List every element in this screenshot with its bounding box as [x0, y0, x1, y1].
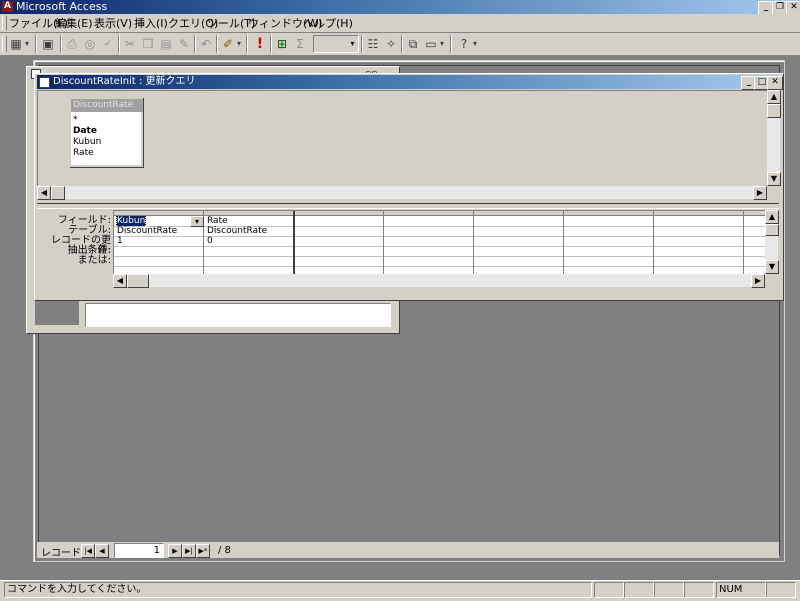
background-form-textbox[interactable]	[85, 303, 391, 327]
current-record-value: 1	[153, 545, 160, 556]
field-list-item[interactable]: *	[73, 115, 78, 126]
field-list-item[interactable]: Rate	[73, 148, 94, 159]
record-total: / 8	[218, 545, 231, 556]
print-preview-icon[interactable]: ◎	[80, 35, 100, 53]
grid-column-line	[293, 211, 295, 275]
grid-field-cell-1[interactable]: Kubun	[115, 216, 201, 226]
record-nav-label: レコード:	[41, 548, 85, 559]
app-title: Microsoft Access	[16, 0, 108, 13]
first-record-button[interactable]: |◀	[81, 544, 95, 558]
status-message: コマンドを入力してください。	[4, 582, 592, 598]
top-values-combo[interactable]: ▾	[313, 35, 359, 53]
query-design-window[interactable]: DiscountRateInit : 更新クエリ _ □ ✕ DiscountR…	[34, 73, 784, 301]
status-num: NUM	[716, 582, 766, 598]
view-dropdown-icon[interactable]: ▾	[22, 35, 32, 53]
menu-view[interactable]: 表示(V)	[94, 16, 132, 32]
scroll-down-icon[interactable]: ▼	[765, 260, 779, 274]
scroll-thumb[interactable]	[765, 224, 779, 236]
current-record-field[interactable]: 1	[114, 543, 164, 558]
scroll-left-icon[interactable]: ◀	[37, 186, 51, 200]
scroll-thumb[interactable]	[51, 186, 65, 200]
status-pane-3	[654, 582, 684, 598]
properties-icon[interactable]: ☷	[363, 35, 383, 53]
grid-column-line	[653, 211, 654, 275]
background-form-sidebar	[35, 301, 79, 325]
next-record-button[interactable]: ▶	[168, 544, 182, 558]
last-record-button[interactable]: ▶|	[182, 544, 196, 558]
query-icon	[39, 77, 50, 88]
design-grid[interactable]: Kubun ▾ DiscountRate 1 Rate DiscountRate…	[113, 210, 766, 275]
run-icon[interactable]: !	[250, 35, 270, 53]
toolbar-separator	[35, 35, 37, 53]
undo-icon[interactable]: ↶	[196, 35, 216, 53]
show-table-icon[interactable]: ⊞	[272, 35, 292, 53]
new-object-dropdown-icon[interactable]: ▾	[437, 35, 447, 53]
save-icon[interactable]: ▣	[38, 35, 58, 53]
grid-field-cell-2[interactable]: Rate	[205, 216, 293, 226]
grid-vscroll[interactable]: ▲ ▼	[765, 210, 779, 274]
status-pane-1	[594, 582, 624, 598]
toolbar-separator	[450, 35, 452, 53]
copy-icon[interactable]: ❐	[138, 35, 158, 53]
grid-column-line	[383, 211, 384, 275]
scroll-right-icon[interactable]: ▶	[751, 274, 765, 288]
pane-splitter[interactable]	[37, 203, 779, 209]
access-app-icon: A	[2, 1, 13, 12]
table-pane-vscroll[interactable]: ▲ ▼	[767, 90, 781, 186]
query-window-title-bar[interactable]: DiscountRateInit : 更新クエリ _ □ ✕	[37, 75, 783, 90]
help-dropdown-icon[interactable]: ▾	[470, 35, 480, 53]
grid-row-line	[114, 256, 766, 257]
paste-icon[interactable]: ▤	[156, 35, 176, 53]
grid-column-line	[743, 211, 744, 275]
scroll-right-icon[interactable]: ▶	[753, 186, 767, 200]
format-painter-icon[interactable]: ✎	[174, 35, 194, 53]
grid-column-line	[473, 211, 474, 275]
previous-record-button[interactable]: ◀	[95, 544, 109, 558]
grid-hscroll[interactable]: ◀ ▶	[113, 274, 765, 288]
table-field-list-title[interactable]: DiscountRate	[71, 99, 143, 112]
grid-label-or: または:	[77, 255, 111, 266]
status-pane-2	[624, 582, 654, 598]
cut-icon[interactable]: ✂	[120, 35, 140, 53]
menu-grip	[2, 16, 7, 30]
menu-insert[interactable]: 挿入(I)	[134, 16, 168, 32]
table-field-list[interactable]: DiscountRate * Date Kubun Rate	[69, 97, 143, 167]
menu-help[interactable]: ヘルプ(H)	[303, 16, 353, 32]
status-pane-6	[766, 582, 796, 598]
totals-icon[interactable]: Σ	[290, 35, 310, 53]
scroll-up-icon[interactable]: ▲	[767, 90, 781, 104]
build-icon[interactable]: ✧	[381, 35, 401, 53]
scroll-down-icon[interactable]: ▼	[767, 172, 781, 186]
close-button[interactable]: ✕	[786, 1, 800, 15]
database-window-icon[interactable]: ⧉	[403, 35, 423, 53]
combo-dropdown-icon[interactable]: ▾	[347, 36, 358, 52]
scroll-up-icon[interactable]: ▲	[765, 210, 779, 224]
query-close-button[interactable]: ✕	[767, 76, 783, 90]
app-title-bar: A Microsoft Access _ ❐ ✕	[0, 0, 800, 15]
grid-column-line	[563, 211, 564, 275]
spelling-icon[interactable]: ✓	[98, 35, 118, 53]
grid-row-line	[114, 266, 766, 267]
grid-update-cell-2[interactable]: 0	[205, 236, 293, 246]
grid-update-cell-1[interactable]: 1	[115, 236, 203, 246]
grid-table-cell-1[interactable]: DiscountRate	[115, 226, 203, 236]
grid-row-line	[114, 246, 766, 247]
menu-edit[interactable]: 編集(E)	[55, 16, 93, 32]
field-list-item[interactable]: Date	[73, 126, 97, 137]
query-type-dropdown-icon[interactable]: ▾	[234, 35, 244, 53]
table-pane	[37, 90, 768, 187]
toolbar-separator	[246, 35, 248, 53]
scroll-thumb[interactable]	[127, 274, 149, 288]
scroll-thumb[interactable]	[767, 104, 781, 118]
query-window-title: DiscountRateInit : 更新クエリ	[53, 76, 196, 87]
grid-table-cell-2[interactable]: DiscountRate	[205, 226, 293, 236]
new-record-button[interactable]: ▶*	[196, 544, 210, 558]
table-pane-hscroll[interactable]: ◀ ▶	[37, 186, 767, 200]
print-icon[interactable]: ⎙	[62, 35, 82, 53]
field-list-item[interactable]: Kubun	[73, 137, 101, 148]
status-pane-4	[684, 582, 714, 598]
scroll-left-icon[interactable]: ◀	[113, 274, 127, 288]
grid-field-value: Kubun	[115, 216, 147, 226]
